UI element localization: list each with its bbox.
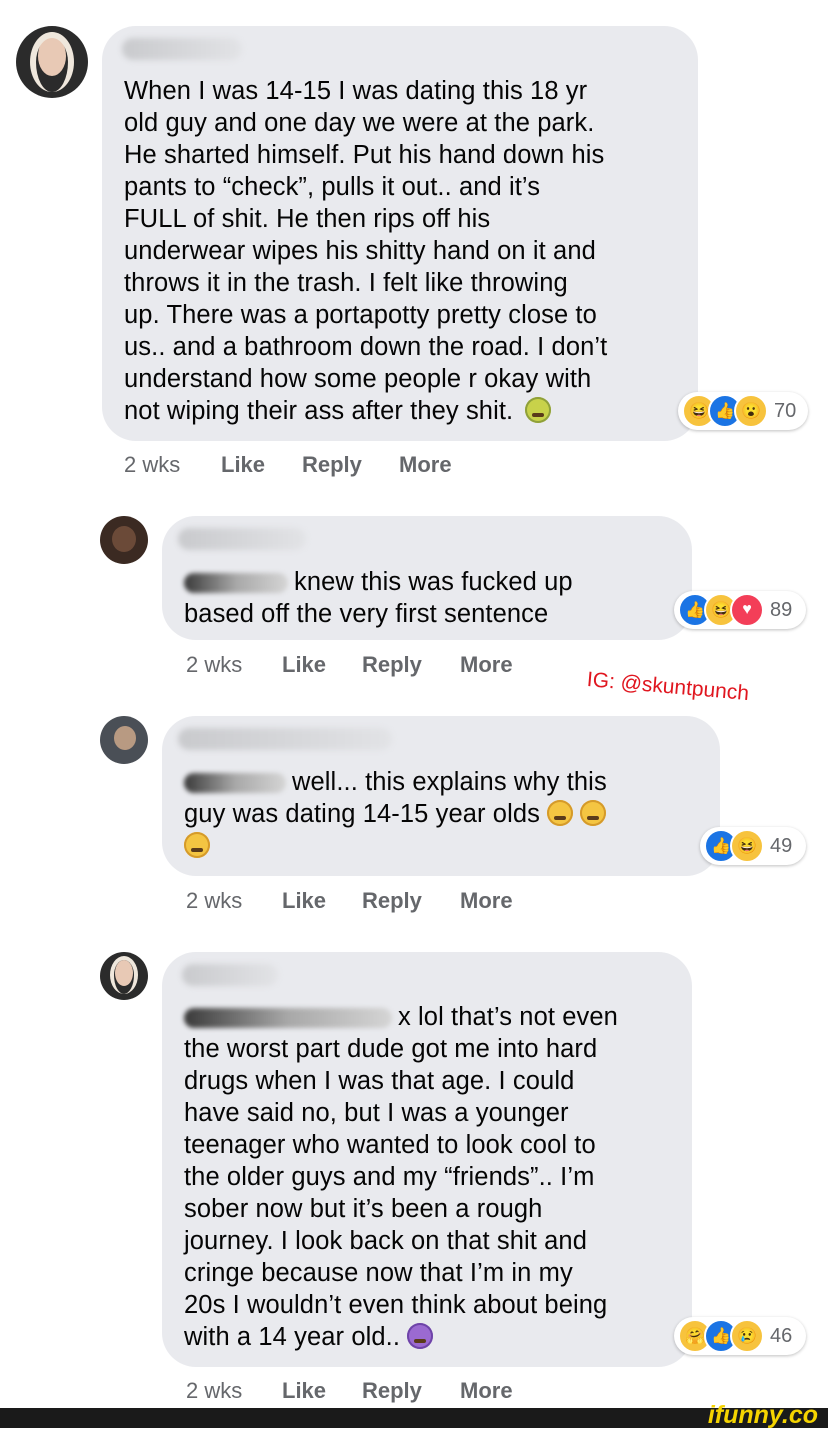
reply-bubble: knew this was fucked up based off the ve… <box>162 516 692 640</box>
avatar[interactable] <box>100 516 148 564</box>
avatar[interactable] <box>100 716 148 764</box>
reply-button[interactable]: Reply <box>362 888 422 914</box>
more-button[interactable]: More <box>460 888 513 914</box>
woozy-face-icon <box>184 832 210 858</box>
reaction-count: 89 <box>770 598 793 621</box>
comment-body-line2: based off the very first sentence <box>184 600 549 628</box>
commenter-name-redacted <box>178 728 392 750</box>
comment-body: When I was 14-15 I was dating this 18 yr… <box>124 77 608 425</box>
reaction-count: 46 <box>770 1324 793 1347</box>
more-button[interactable]: More <box>399 452 452 478</box>
timestamp[interactable]: 2 wks <box>124 452 180 478</box>
laugh-reaction-icon: 😆 <box>730 829 764 863</box>
reaction-summary[interactable]: 👍 😆 ♥ 89 <box>674 591 806 629</box>
comment-text: knew this was fucked up based off the ve… <box>184 566 684 630</box>
more-button[interactable]: More <box>460 652 513 678</box>
timestamp[interactable]: 2 wks <box>186 888 242 914</box>
mention-redacted <box>184 773 286 794</box>
reply-button[interactable]: Reply <box>362 652 422 678</box>
watermark: IG: @skuntpunch <box>585 668 750 706</box>
reaction-summary[interactable]: 👍 😆 49 <box>700 827 806 865</box>
comment-text: When I was 14-15 I was dating this 18 yr… <box>124 75 694 427</box>
comment-body-line1: well... this explains why this <box>292 768 607 796</box>
timestamp[interactable]: 2 wks <box>186 652 242 678</box>
like-button[interactable]: Like <box>282 1378 326 1404</box>
woozy-face-icon <box>547 800 574 826</box>
more-button[interactable]: More <box>460 1378 513 1404</box>
nauseated-face-icon <box>525 397 552 423</box>
commenter-name-redacted <box>178 528 306 550</box>
avatar[interactable] <box>100 952 148 1000</box>
woozy-face-icon <box>580 800 607 826</box>
wow-reaction-icon: 😮 <box>734 394 768 428</box>
reply-button[interactable]: Reply <box>362 1378 422 1404</box>
reply-button[interactable]: Reply <box>302 452 362 478</box>
reaction-summary[interactable]: 🤗 👍 😢 46 <box>674 1317 806 1355</box>
like-button[interactable]: Like <box>282 652 326 678</box>
dizzy-face-icon <box>407 1323 434 1349</box>
comment-body-line1: x lol that’s not even <box>398 1003 618 1031</box>
reaction-count: 70 <box>774 399 797 422</box>
mention-redacted <box>184 573 288 594</box>
commenter-name-redacted <box>182 964 278 986</box>
reaction-summary[interactable]: 😆 👍 😮 70 <box>678 392 808 430</box>
site-footer-bar <box>0 1408 828 1428</box>
comment-body-line2: guy was dating 14-15 year olds <box>184 800 540 828</box>
love-reaction-icon: ♥ <box>730 593 764 627</box>
reaction-count: 49 <box>770 834 793 857</box>
reply-bubble: well... this explains why this guy was d… <box>162 716 720 876</box>
reply-bubble: x lol that’s not even the worst part dud… <box>162 952 692 1367</box>
comment-body-line1: knew this was fucked up <box>294 568 573 596</box>
ifunny-logo: ifunny.co <box>707 1401 818 1429</box>
comment-bubble: When I was 14-15 I was dating this 18 yr… <box>102 26 698 441</box>
like-button[interactable]: Like <box>282 888 326 914</box>
sad-reaction-icon: 😢 <box>730 1319 764 1353</box>
like-button[interactable]: Like <box>221 452 265 478</box>
timestamp[interactable]: 2 wks <box>186 1378 242 1404</box>
mention-redacted <box>184 1008 392 1029</box>
comment-text: x lol that’s not even the worst part dud… <box>184 1001 689 1353</box>
commenter-name-redacted <box>122 38 242 60</box>
comment-text: well... this explains why this guy was d… <box>184 766 714 862</box>
comment-body-rest: the worst part dude got me into hard dru… <box>184 1035 608 1351</box>
avatar[interactable] <box>16 26 88 98</box>
